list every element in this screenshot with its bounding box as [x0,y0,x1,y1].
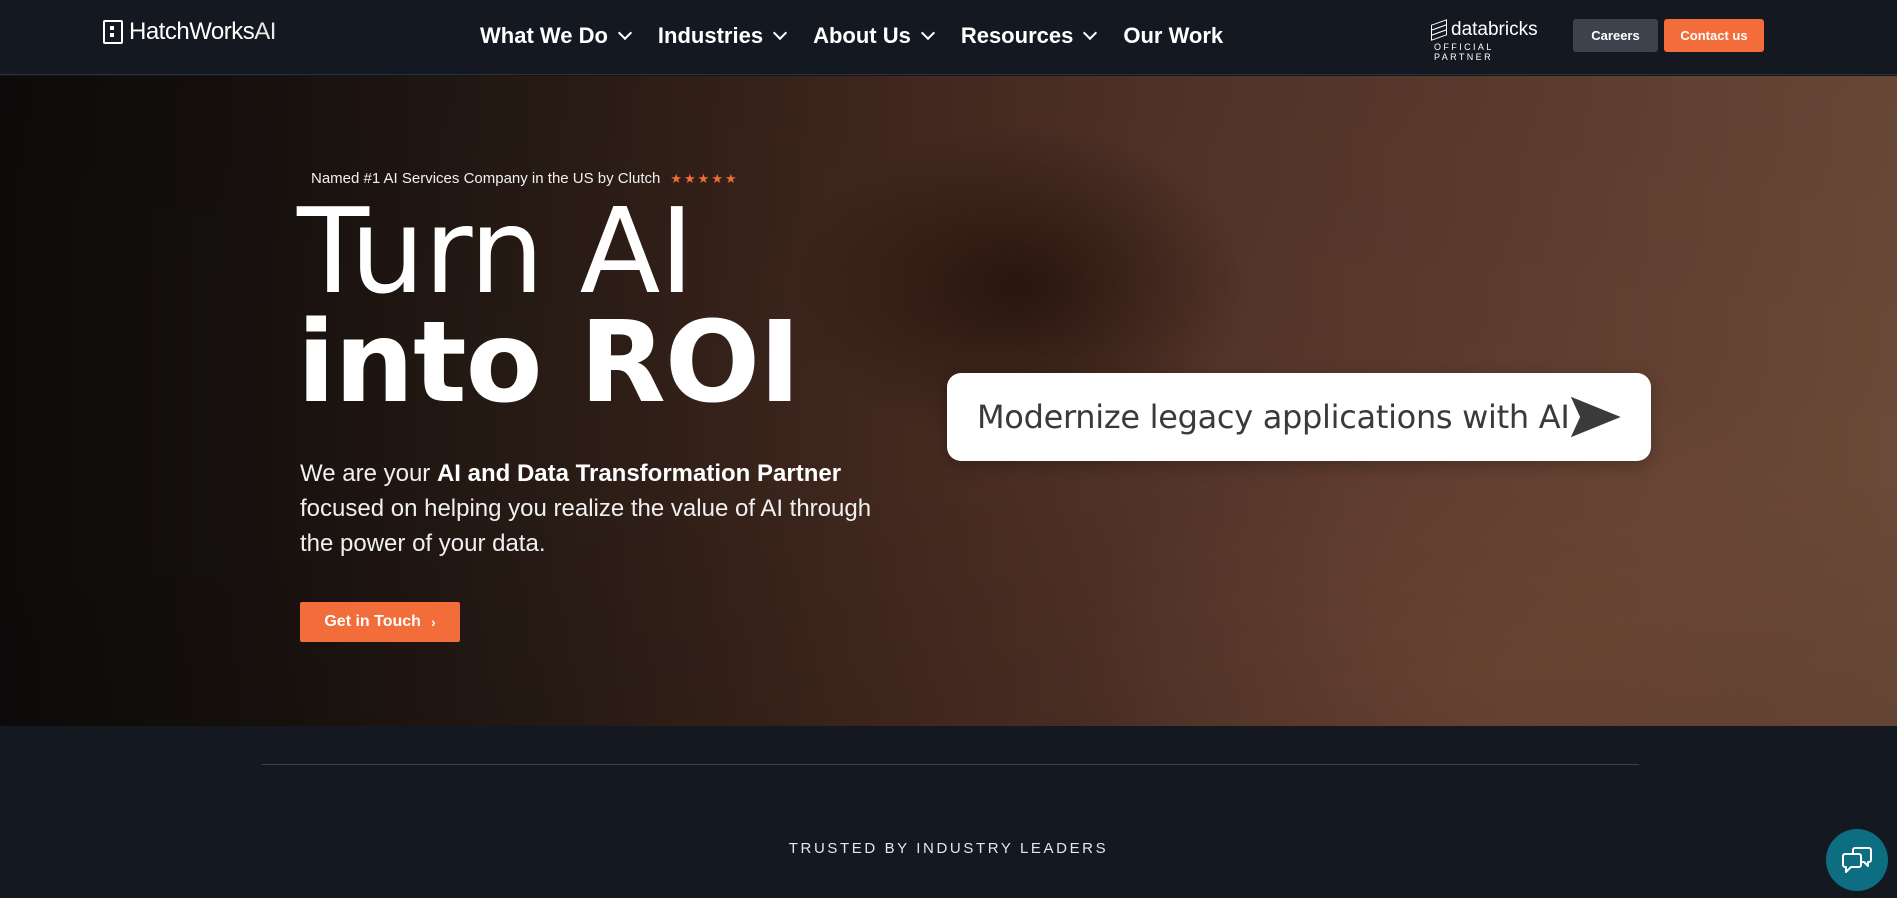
chevron-down-icon [1083,25,1098,41]
nav-item-label: Our Work [1123,23,1224,48]
chevron-down-icon [920,25,935,41]
nav-item-our-work[interactable]: Our Work [1123,23,1223,49]
send-icon[interactable] [1569,393,1623,441]
logo-mark-icon [103,20,123,44]
databricks-icon [1431,19,1447,41]
chevron-down-icon [617,25,632,41]
partner-name: databricks [1451,19,1538,40]
databricks-partner-logo[interactable]: databricks OFFICIAL PARTNER [1431,19,1549,62]
section-divider [262,764,1639,765]
partner-subtitle: OFFICIAL PARTNER [1434,42,1494,62]
hero-description: We are your AI and Data Transformation P… [300,456,880,561]
nav-item-resources[interactable]: Resources [960,23,1098,49]
star-icon: ★ [697,171,710,186]
hero-title: Turn AI into ROI [297,182,897,428]
chevron-right-icon: › [430,614,436,630]
hero-section: Named #1 AI Services Company in the US b… [0,76,1897,726]
star-icon: ★ [724,171,737,186]
nav-item-label: What We Do [480,23,608,48]
nav-item-industries[interactable]: Industries [657,23,788,49]
hero-desc-suffix: focused on helping you realize the value… [300,495,872,557]
main-nav: What We Do Industries About Us Resources… [480,20,1223,52]
nav-item-label: Industries [657,23,764,48]
logo-brand: HatchWorks [129,18,255,45]
logo-suffix: AI [254,18,276,45]
trusted-by-heading: TRUSTED BY INDUSTRY LEADERS [788,840,1109,857]
hero-desc-prefix: We are your [300,460,437,487]
hatchworks-logo[interactable]: HatchWorksAI [103,18,276,46]
prompt-text: Modernize legacy applications with AI [977,398,1570,436]
star-icon: ★ [711,171,723,186]
careers-button[interactable]: Careers [1573,19,1658,52]
chat-widget-button[interactable] [1826,829,1888,891]
ai-prompt-bar[interactable]: Modernize legacy applications with AI [947,373,1651,461]
site-header: HatchWorksAI What We Do Industries About… [0,0,1897,75]
nav-item-what-we-do[interactable]: What We Do [480,23,632,49]
hero-desc-bold: AI and Data Transformation Partner [436,460,842,487]
nav-item-about-us[interactable]: About Us [813,23,935,49]
contact-us-button[interactable]: Contact us [1664,19,1764,52]
get-in-touch-label: Get in Touch [324,613,421,630]
hero-title-line1: Turn AI [297,182,694,320]
get-in-touch-button[interactable]: Get in Touch › [300,602,460,642]
nav-item-label: Resources [960,23,1074,48]
nav-item-label: About Us [813,23,911,48]
hero-title-line2: into ROI [297,298,801,428]
chevron-down-icon [772,25,788,41]
chat-bubbles-icon [1842,847,1872,873]
